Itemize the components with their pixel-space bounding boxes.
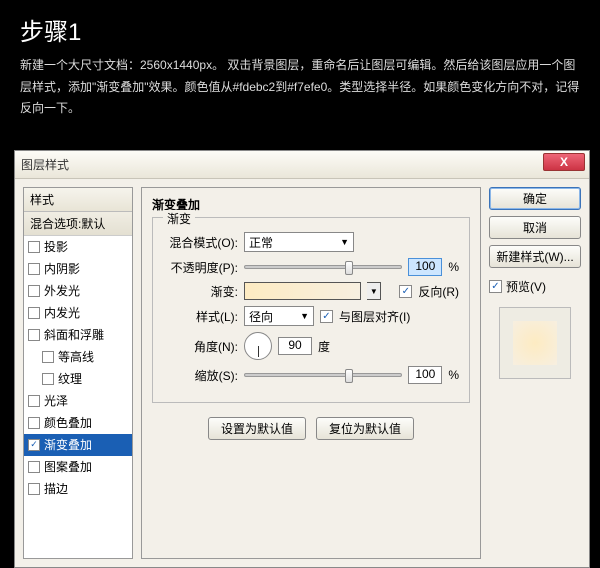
opacity-input[interactable]: 100 (408, 258, 442, 276)
align-checkbox[interactable] (320, 310, 333, 323)
style-checkbox[interactable] (28, 461, 40, 473)
gradient-label: 渐变: (163, 283, 238, 300)
preview-checkbox[interactable] (489, 280, 502, 293)
style-item-5[interactable]: 等高线 (24, 346, 132, 368)
angle-label: 角度(N): (163, 338, 238, 355)
style-item-4[interactable]: 斜面和浮雕 (24, 324, 132, 346)
style-checkbox[interactable] (28, 263, 40, 275)
style-checkbox[interactable] (28, 285, 40, 297)
style-item-0[interactable]: 投影 (24, 236, 132, 258)
style-checkbox[interactable] (28, 483, 40, 495)
reverse-label: 反向(R) (418, 283, 459, 300)
dialog-title: 图层样式 (21, 156, 69, 173)
style-item-1[interactable]: 内阴影 (24, 258, 132, 280)
preview-label: 预览(V) (506, 278, 546, 295)
style-item-label: 斜面和浮雕 (44, 326, 104, 344)
step-description: 新建一个大尺寸文档：2560x1440px。 双击背景图层，重命名后让图层可编辑… (20, 55, 580, 120)
set-default-button[interactable]: 设置为默认值 (208, 417, 306, 440)
angle-dial[interactable] (244, 332, 272, 360)
style-item-7[interactable]: 光泽 (24, 390, 132, 412)
blend-mode-select[interactable]: 正常▼ (244, 232, 354, 252)
style-item-label: 外发光 (44, 282, 80, 300)
style-label: 样式(L): (163, 308, 238, 325)
style-item-label: 图案叠加 (44, 458, 92, 476)
cancel-button[interactable]: 取消 (489, 216, 581, 239)
panel-title: 渐变叠加 (152, 196, 470, 213)
reverse-checkbox[interactable] (399, 285, 412, 298)
style-item-10[interactable]: 图案叠加 (24, 456, 132, 478)
new-style-button[interactable]: 新建样式(W)... (489, 245, 581, 268)
preview-swatch-inner (513, 321, 557, 365)
gradient-preview[interactable] (244, 282, 361, 300)
ok-button[interactable]: 确定 (489, 187, 581, 210)
layer-style-dialog: 图层样式 X 样式 混合选项:默认 投影内阴影外发光内发光斜面和浮雕等高线纹理光… (14, 150, 590, 568)
opacity-label: 不透明度(P): (163, 259, 238, 276)
dialog-right-panel: 确定 取消 新建样式(W)... 预览(V) (489, 187, 581, 559)
blend-mode-label: 混合模式(O): (163, 234, 238, 251)
style-item-label: 纹理 (58, 370, 82, 388)
style-item-2[interactable]: 外发光 (24, 280, 132, 302)
style-item-label: 颜色叠加 (44, 414, 92, 432)
styles-header[interactable]: 样式 (24, 188, 132, 212)
style-checkbox[interactable] (42, 351, 54, 363)
style-item-label: 内阴影 (44, 260, 80, 278)
style-checkbox[interactable] (28, 329, 40, 341)
style-item-6[interactable]: 纹理 (24, 368, 132, 390)
close-button[interactable]: X (543, 153, 585, 171)
gradient-dropdown[interactable]: ▼ (367, 282, 381, 300)
percent-label: % (448, 368, 459, 382)
style-item-8[interactable]: 颜色叠加 (24, 412, 132, 434)
fieldset-legend: 渐变 (163, 210, 195, 227)
style-item-label: 渐变叠加 (44, 436, 92, 454)
opacity-slider[interactable] (244, 265, 402, 269)
scale-label: 缩放(S): (163, 367, 238, 384)
style-checkbox[interactable] (28, 439, 40, 451)
reset-default-button[interactable]: 复位为默认值 (316, 417, 414, 440)
style-checkbox[interactable] (28, 395, 40, 407)
gradient-overlay-panel: 渐变叠加 渐变 混合模式(O): 正常▼ 不透明度(P): 100 % 渐变: (141, 187, 481, 559)
style-item-label: 描边 (44, 480, 68, 498)
percent-label: % (448, 260, 459, 274)
style-checkbox[interactable] (28, 417, 40, 429)
style-checkbox[interactable] (42, 373, 54, 385)
style-checkbox[interactable] (28, 307, 40, 319)
gradient-fieldset: 渐变 混合模式(O): 正常▼ 不透明度(P): 100 % 渐变: ▼ (152, 217, 470, 403)
align-label: 与图层对齐(I) (339, 308, 410, 325)
style-item-label: 等高线 (58, 348, 94, 366)
angle-input[interactable]: 90 (278, 337, 312, 355)
degree-label: 度 (318, 338, 330, 355)
style-item-11[interactable]: 描边 (24, 478, 132, 500)
style-item-label: 内发光 (44, 304, 80, 322)
style-item-3[interactable]: 内发光 (24, 302, 132, 324)
scale-input[interactable]: 100 (408, 366, 442, 384)
style-item-9[interactable]: 渐变叠加 (24, 434, 132, 456)
chevron-down-icon: ▼ (340, 237, 349, 247)
blend-options-item[interactable]: 混合选项:默认 (24, 212, 132, 236)
step-title: 步骤1 (20, 12, 580, 47)
chevron-down-icon: ▼ (300, 311, 309, 321)
dialog-titlebar[interactable]: 图层样式 X (15, 151, 589, 179)
style-item-label: 光泽 (44, 392, 68, 410)
style-checkbox[interactable] (28, 241, 40, 253)
styles-panel: 样式 混合选项:默认 投影内阴影外发光内发光斜面和浮雕等高线纹理光泽颜色叠加渐变… (23, 187, 133, 559)
style-select[interactable]: 径向▼ (244, 306, 314, 326)
preview-swatch (499, 307, 571, 379)
style-item-label: 投影 (44, 238, 68, 256)
scale-slider[interactable] (244, 373, 402, 377)
